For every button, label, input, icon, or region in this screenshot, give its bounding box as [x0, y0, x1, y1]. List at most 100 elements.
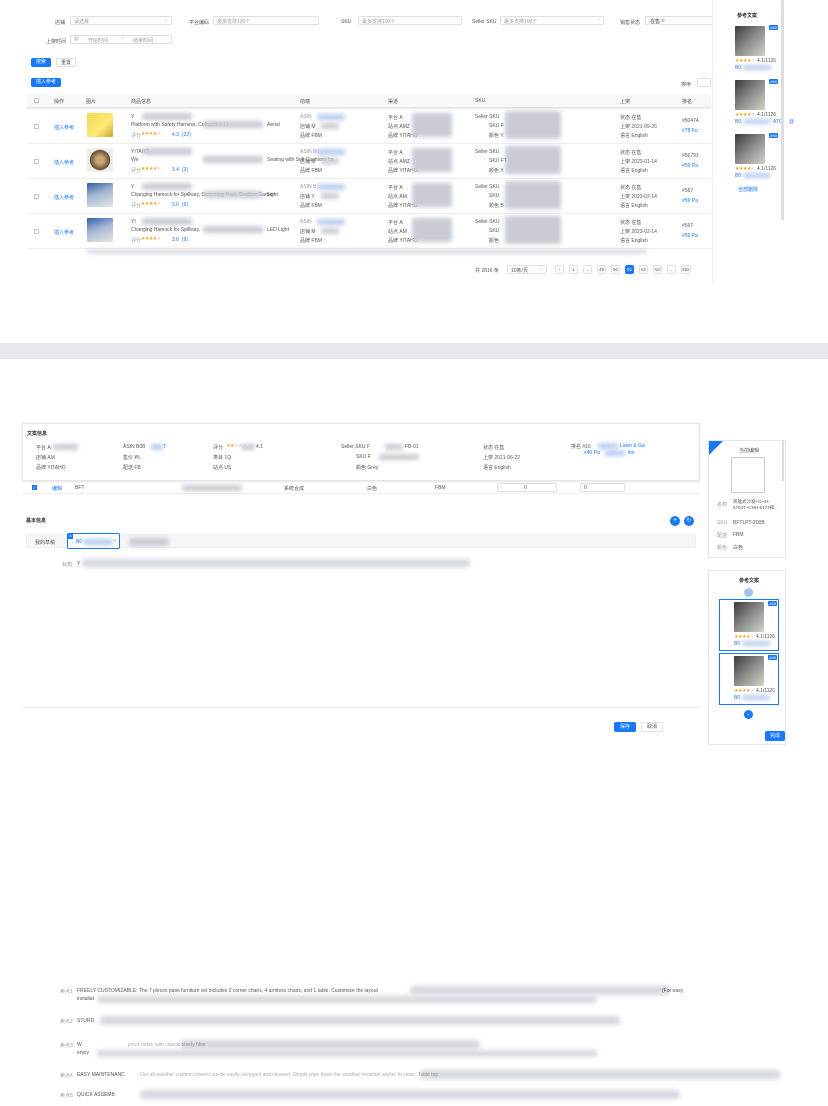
reference-thumbnail	[735, 26, 765, 56]
bullet-item: 卖点5 QUICK ASSEMB	[0, 1090, 700, 1106]
qty-input-b[interactable]: 0	[580, 483, 625, 492]
insert-reference-link[interactable]: 插入参考	[54, 124, 74, 131]
row-checkbox[interactable]	[34, 229, 39, 234]
shelf-date: 上架 2023-01-14	[620, 159, 657, 165]
reference-code: B0	[734, 695, 741, 701]
insert-reference-link[interactable]: 插入参考	[54, 159, 74, 166]
front-shop: 店铺 M	[300, 229, 316, 235]
insert-reference-link[interactable]: 插入参考	[54, 194, 74, 201]
channel-site: 站点 AM	[388, 194, 407, 200]
reference-card[interactable]: #40 ★★★★★ 4.1/1126 B0 ATQ @	[717, 78, 794, 128]
reference-rating: 4.1/1126	[756, 688, 776, 694]
start-date-placeholder: 开始时间	[88, 38, 109, 44]
chevron-up-icon[interactable]: ⌃	[744, 588, 753, 597]
copy-info-card: 文案信息 平台 A 店铺 AM 品牌 YITAHO ASIN B0B T 售价 …	[22, 423, 700, 481]
page-button[interactable]: 49	[597, 265, 606, 274]
reference-badge: #40	[769, 79, 778, 84]
page-button[interactable]: 50	[611, 265, 620, 274]
select-all-checkbox[interactable]	[34, 98, 39, 103]
copy-icon[interactable]: @	[789, 119, 794, 125]
page-button[interactable]: 1	[569, 265, 578, 274]
review-count[interactable]: (9)	[182, 202, 188, 208]
per-page-select[interactable]: 10条/页 ⌄	[507, 265, 547, 274]
review-count[interactable]: (22)	[182, 132, 191, 138]
scrollbar[interactable]	[782, 441, 784, 481]
table-header: 操作 图片 商品信息 前端 渠道 SKU 上架 排名	[27, 94, 711, 108]
reset-button[interactable]: 重置	[56, 58, 76, 67]
rating-stars: ★★★★★	[141, 131, 161, 137]
rank-secondary[interactable]: #59 Pa	[682, 198, 698, 204]
masked-text	[505, 181, 561, 209]
prev-page-button[interactable]: ‹	[555, 265, 564, 274]
masked-text	[379, 454, 419, 460]
row-checkbox[interactable]	[34, 124, 39, 129]
title-value: Y	[77, 561, 81, 567]
save-button[interactable]: 保存	[614, 722, 636, 732]
sku-input[interactable]: 最多支持100个 ⁝	[358, 16, 462, 25]
review-count[interactable]: (9)	[182, 237, 188, 243]
insert-reference-link[interactable]: 插入参考	[54, 229, 74, 236]
row-checkbox[interactable]	[34, 194, 39, 199]
chevron-down-icon[interactable]: ⌄	[744, 710, 753, 719]
rating-stars: ★★★★★	[735, 112, 755, 118]
confirm-button[interactable]: 完成	[765, 731, 785, 741]
platform-code-input[interactable]: 最多支持100个 ⁝	[213, 16, 319, 25]
channel-platform: 平台 A	[388, 220, 403, 226]
info-score: 4.1	[256, 444, 263, 450]
reference-card[interactable]: #40 ★★★★★ 4.1/1126 B0	[719, 599, 779, 651]
reference-thumbnail	[735, 80, 765, 110]
shelf-date-range[interactable]: ▤ 开始时间 ~ 结束时间	[70, 35, 172, 44]
edit-link[interactable]: 编辑	[52, 485, 62, 492]
page-button[interactable]: 282	[681, 265, 691, 274]
draft-chip[interactable]: B B0 ⌄	[67, 533, 120, 549]
bullet-text: W	[77, 1042, 82, 1048]
qty-input-a[interactable]: 0	[497, 483, 557, 492]
page-button[interactable]: 52	[639, 265, 648, 274]
rank-secondary[interactable]: #78 Fo	[682, 128, 698, 134]
close-icon[interactable]: ⊗	[661, 18, 665, 24]
refresh-icon[interactable]: ↻	[684, 516, 694, 526]
channel-site: 站点 AM	[388, 229, 407, 235]
masked-text	[321, 228, 339, 234]
review-count[interactable]: (3)	[182, 167, 188, 173]
page-ellipsis[interactable]: ...	[667, 265, 676, 274]
bullet-item: 卖点3 W proof rattan with classic steely f…	[0, 1040, 700, 1057]
sale-status-select[interactable]: 在售 ⊗	[645, 16, 715, 25]
insert-reference-button[interactable]: 插入参考	[31, 78, 61, 87]
reference-card[interactable]: #40 ★★★★★ 4.1/1126 B0	[717, 24, 779, 74]
sale-status-label: 销售状态	[620, 20, 641, 26]
sort-select[interactable]	[697, 78, 711, 87]
my-draft-tab[interactable]: 我的草稿	[35, 539, 55, 546]
masked-text	[410, 986, 670, 995]
clear-all-link[interactable]: 全部删除	[738, 186, 758, 193]
masked-text	[241, 444, 255, 450]
info-category: 类目 1Q	[213, 455, 232, 461]
scrollbar[interactable]	[781, 0, 784, 220]
rank-secondary[interactable]: #59 Pa	[682, 233, 698, 239]
add-icon[interactable]: +	[670, 516, 680, 526]
reference-card[interactable]: #40 ★★★★★ 4.1/1126 B0	[717, 132, 779, 182]
rank-secondary[interactable]: #59 Pa	[682, 163, 698, 169]
page-button[interactable]: 51	[625, 265, 634, 274]
bullet-label: 卖点2	[60, 1019, 73, 1025]
bullet-label: 卖点4	[60, 1073, 73, 1079]
masked-text	[142, 148, 192, 155]
current-edit-title: 当前编辑	[739, 448, 760, 454]
bullet-item: 卖点4 EASY MAINTENANC Our all-weather cush…	[0, 1070, 780, 1086]
product-title-c: Aerial	[267, 122, 280, 128]
product-table: 操作 图片 商品信息 前端 渠道 SKU 上架 排名 插入参考 Y Platfo…	[27, 94, 711, 254]
masked-text	[53, 444, 78, 450]
reference-badge: #40	[769, 133, 778, 138]
reference-card[interactable]: #40 ★★★★★ 4.1/1126 B0	[719, 653, 779, 705]
seller-sku-input[interactable]: 最多支持100个 ⁝	[500, 16, 604, 25]
row-checkbox[interactable]: ✓	[32, 485, 37, 490]
sku-seller: Seller SKU	[475, 149, 500, 155]
info-rank: 排名 #16	[571, 444, 591, 450]
masked-text	[598, 443, 618, 449]
search-button[interactable]: 搜索	[31, 58, 51, 67]
row-checkbox[interactable]	[34, 159, 39, 164]
shop-select[interactable]: 请选择 ⌄	[70, 16, 172, 25]
page-button[interactable]: 53	[653, 265, 662, 274]
cancel-button[interactable]: 取消	[641, 722, 663, 732]
page-ellipsis[interactable]: ...	[583, 265, 592, 274]
